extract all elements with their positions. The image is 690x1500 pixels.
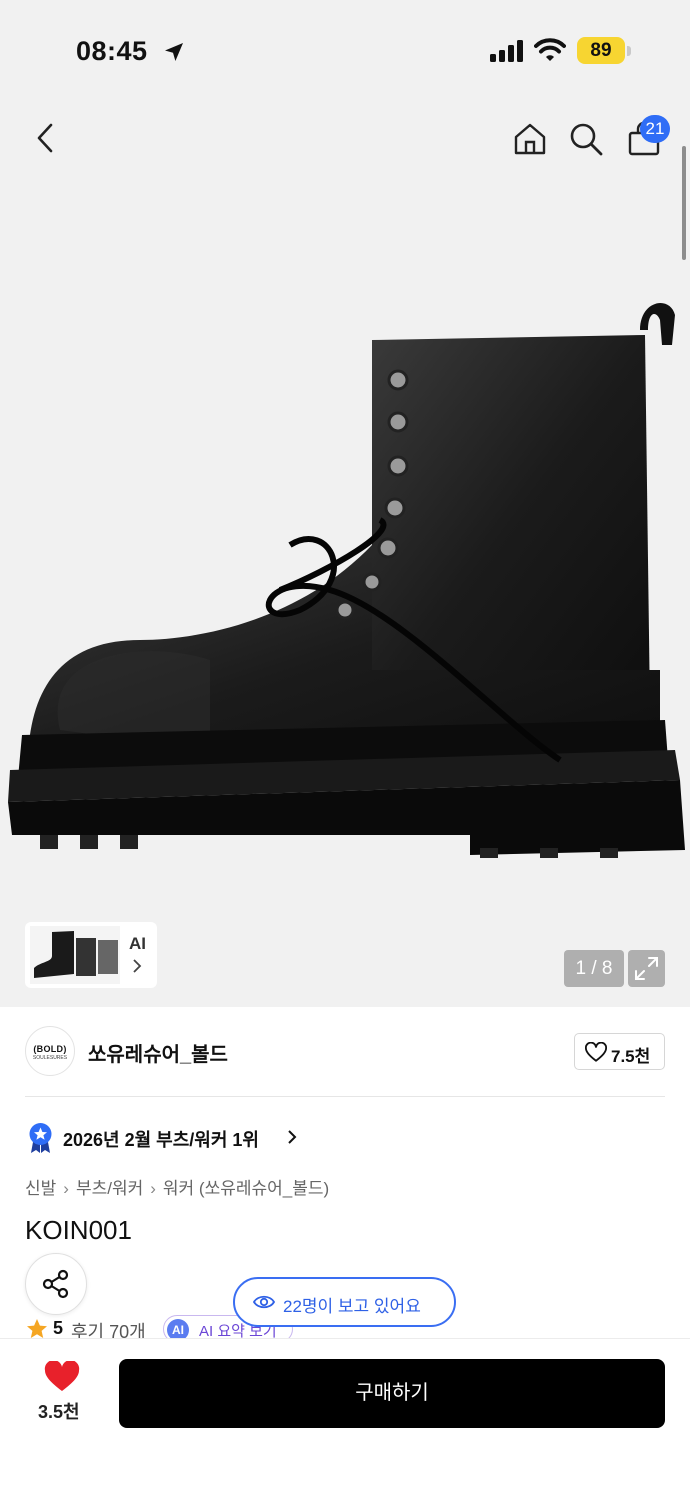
brand-like-count: 7.5천	[611, 1047, 651, 1066]
viewers-toast: 22명이 보고 있어요	[233, 1277, 456, 1327]
product-title: KOIN001	[25, 1215, 132, 1245]
home-icon[interactable]	[511, 120, 549, 158]
chevron-right-icon	[133, 959, 142, 973]
cellular-signal-icon	[490, 40, 523, 62]
image-counter: 1 / 8	[564, 950, 624, 987]
share-button[interactable]	[25, 1253, 87, 1315]
battery-tip	[627, 46, 631, 56]
scrollbar[interactable]	[682, 146, 686, 260]
product-image	[8, 303, 685, 858]
heart-filled-icon[interactable]	[44, 1361, 80, 1393]
breadcrumb-item-walker[interactable]: 워커 (쏘유레슈어_볼드)	[163, 1179, 329, 1198]
cart-count-badge: 21	[640, 115, 670, 143]
expand-button[interactable]	[628, 950, 665, 987]
search-icon[interactable]	[567, 120, 605, 158]
thumbnail-image[interactable]	[30, 926, 120, 984]
location-arrow-icon	[165, 43, 183, 61]
breadcrumb-item-boots[interactable]: 부츠/워커	[76, 1179, 143, 1198]
brand-like-button[interactable]: 7.5천	[574, 1033, 665, 1070]
battery-indicator: 89	[577, 37, 625, 64]
chevron-right-icon: ›	[63, 1179, 69, 1198]
breadcrumb-item-shoes[interactable]: 신발	[25, 1179, 56, 1198]
rating-score: 5	[53, 1318, 64, 1338]
thumbnail-ai-label: AI	[129, 934, 146, 953]
chevron-right-icon	[288, 1130, 297, 1144]
wifi-icon	[534, 38, 566, 61]
favorite-count: 3.5천	[38, 1402, 80, 1422]
share-icon	[42, 1269, 69, 1299]
heart-outline-icon	[585, 1042, 607, 1062]
ranking-link[interactable]: 2026년 2월 부츠/워커 1위	[63, 1126, 259, 1152]
buy-button[interactable]: 구매하기	[119, 1359, 665, 1428]
status-time: 08:45	[76, 36, 148, 66]
viewers-text: 22명이 보고 있어요	[283, 1297, 421, 1316]
chevron-right-icon: ›	[150, 1179, 156, 1198]
status-bar: 08:45 89	[0, 0, 690, 100]
breadcrumb: 신발 › 부츠/워커 › 워커 (쏘유레슈어_볼드)	[25, 1174, 329, 1199]
brand-name[interactable]: 쏘유레슈어_볼드	[88, 1038, 228, 1067]
back-button[interactable]	[30, 120, 60, 156]
brand-logo[interactable]: (BOLD) SOULESURES	[25, 1026, 75, 1076]
eye-icon	[253, 1295, 275, 1309]
expand-icon	[635, 957, 658, 980]
divider	[25, 1096, 665, 1097]
ranking-medal-icon	[29, 1123, 52, 1153]
